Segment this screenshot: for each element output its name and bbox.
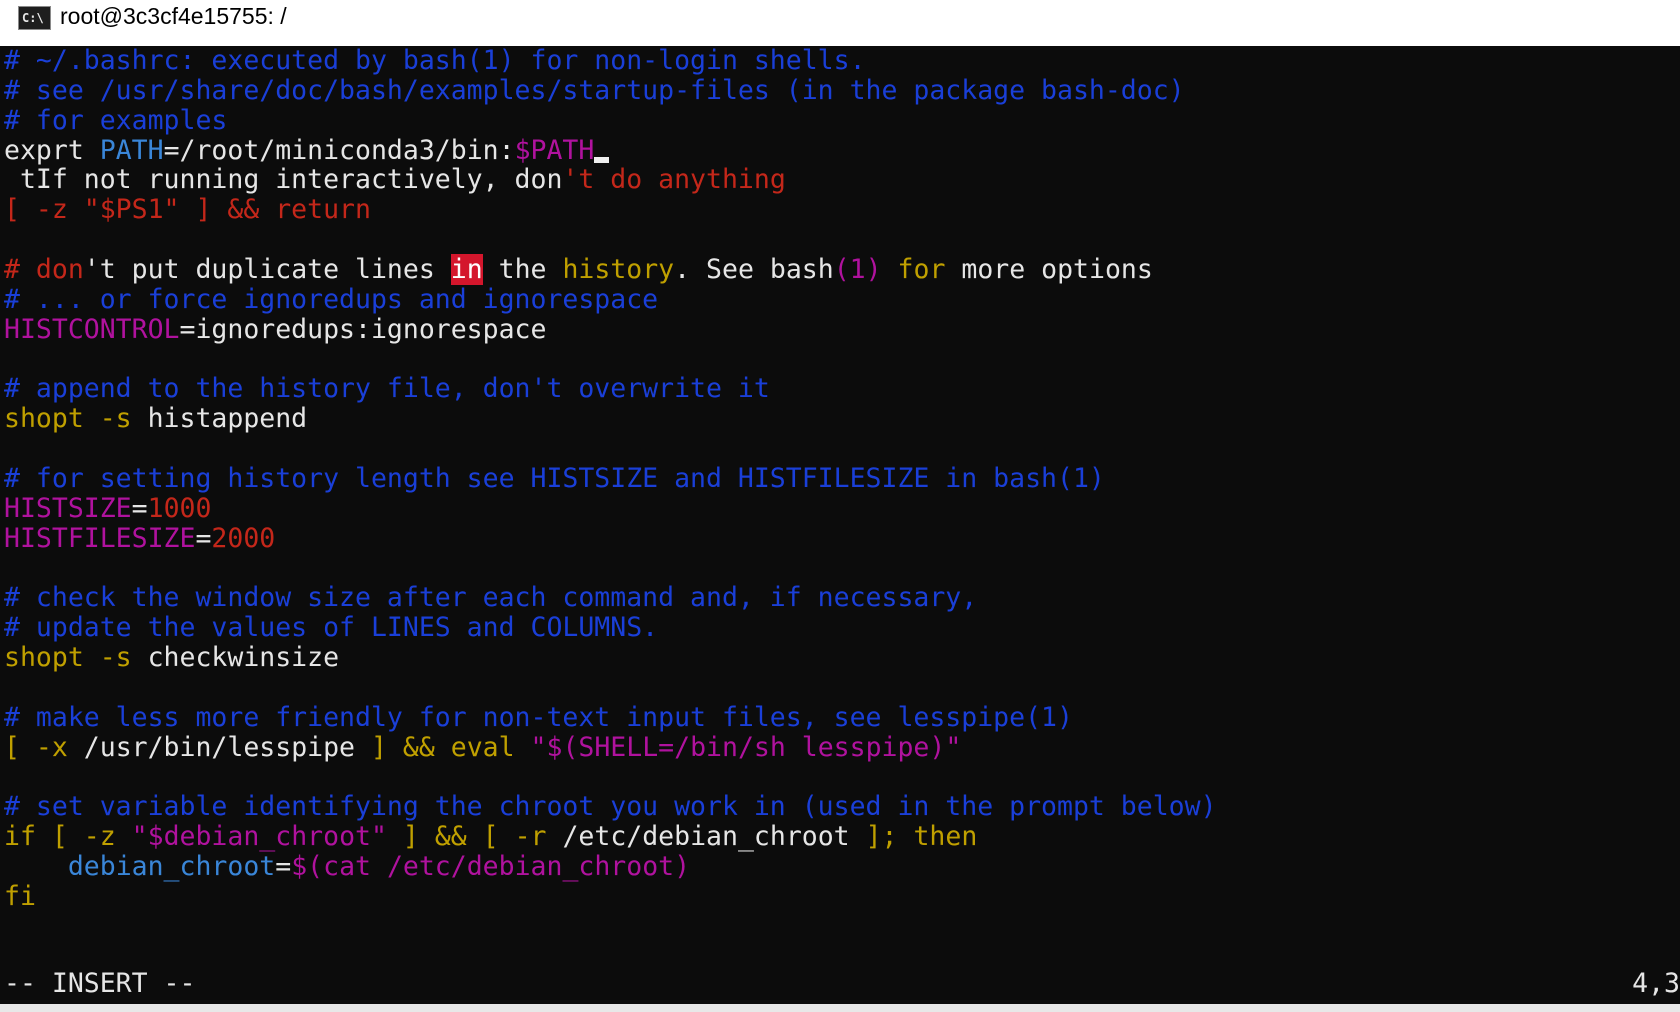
editor-line: # for examples <box>4 105 227 137</box>
code-token: HISTFILESIZE <box>4 523 196 554</box>
code-token: # see /usr/share/doc/bash/examples/start… <box>4 75 1185 106</box>
code-token: # update the values of LINES and COLUMNS… <box>4 612 659 643</box>
editor-line: tIf not running interactively, don't do … <box>4 164 786 196</box>
editor-line: if [ -z "$debian_chroot" ] && [ -r /etc/… <box>4 821 977 853</box>
code-token: 1000 <box>147 493 212 524</box>
code-token: HISTSIZE <box>4 493 132 524</box>
code-token: don <box>35 254 84 285</box>
code-token: # ... or force ignoredups and ignorespac… <box>4 284 659 315</box>
code-token: "$(SHELL=/bin/sh lesspipe)" <box>530 732 962 763</box>
code-token: PATH <box>99 135 164 166</box>
code-token: # <box>4 254 36 285</box>
search-highlight: in <box>450 254 483 285</box>
code-token: history <box>562 254 675 285</box>
code-token: =ignoredups:ignorespace <box>179 314 547 345</box>
title-bar[interactable]: C:\ root@3c3cf4e15755: / <box>0 0 1680 46</box>
editor-line: # for setting history length see HISTSIZ… <box>4 463 1105 495</box>
code-token: exprt <box>4 135 100 166</box>
code-token: (1) <box>833 254 882 285</box>
terminal-editor[interactable]: # ~/.bashrc: executed by bash(1) for non… <box>0 46 1680 1004</box>
code-token: /usr/bin/lesspipe <box>67 732 371 763</box>
code-token: $(cat /etc/debian_chroot) <box>291 851 691 882</box>
code-token: shopt -s <box>4 642 132 673</box>
code-token: histappend <box>131 403 308 434</box>
editor-line: # make less more friendly for non-text i… <box>4 702 1073 734</box>
editor-line: HISTCONTROL=ignoredups:ignorespace <box>4 314 546 346</box>
window-bottom-edge <box>0 1004 1680 1012</box>
mode-indicator: -- INSERT -- <box>4 968 196 999</box>
editor-line: # append to the history file, don't over… <box>4 373 770 405</box>
code-token: tIf not running interactively, don <box>4 164 563 195</box>
code-token: # for setting history length see HISTSIZ… <box>4 463 1105 494</box>
code-token: more options <box>945 254 1153 285</box>
code-token: =/root/miniconda3/bin: <box>163 135 515 166</box>
editor-line: # check the window size after each comma… <box>4 582 977 614</box>
editor-line: shopt -s checkwinsize <box>4 642 339 674</box>
cursor-position: 4,3 <box>1632 968 1680 999</box>
editor-line: # ... or force ignoredups and ignorespac… <box>4 284 658 316</box>
editor-line: HISTSIZE=1000 <box>4 493 211 525</box>
editor-line: [ -z "$PS1" ] && return <box>4 194 371 226</box>
editor-line: # see /usr/share/doc/bash/examples/start… <box>4 75 1185 107</box>
code-token: if [ -z <box>4 821 116 852</box>
code-token: [ -z "$PS1" ] && return <box>4 194 371 225</box>
code-token: 't put duplicate lines <box>83 254 451 285</box>
editor-line: # ~/.bashrc: executed by bash(1) for non… <box>4 46 866 77</box>
code-token: . See bash <box>674 254 834 285</box>
code-token: 't do anything <box>562 164 786 195</box>
editor-line: debian_chroot=$(cat /etc/debian_chroot) <box>4 851 690 883</box>
editor-line: exprt PATH=/root/miniconda3/bin:$PATH <box>4 135 610 167</box>
code-token: fi <box>4 881 36 912</box>
editor-line: # update the values of LINES and COLUMNS… <box>4 612 658 644</box>
editor-line: [ -x /usr/bin/lesspipe ] && eval "$(SHEL… <box>4 732 961 764</box>
editor-line: # set variable identifying the chroot yo… <box>4 791 1217 823</box>
code-token: [ -x <box>4 732 68 763</box>
code-token: ] && [ -r <box>402 821 547 852</box>
code-token: debian_chroot <box>67 851 276 882</box>
code-token: for <box>897 254 946 285</box>
code-token: 2000 <box>211 523 276 554</box>
cmd-icon: C:\ <box>18 6 51 30</box>
code-token: /etc/debian_chroot <box>546 821 866 852</box>
code-token: # make less more friendly for non-text i… <box>4 702 1073 733</box>
code-token: # check the window size after each comma… <box>4 582 978 613</box>
code-token: = <box>275 851 292 882</box>
code-token: "$debian_chroot" <box>131 821 387 852</box>
code-token: checkwinsize <box>131 642 340 673</box>
code-token: ]; then <box>865 821 978 852</box>
code-token: shopt -s <box>4 403 132 434</box>
code-token: = <box>195 523 212 554</box>
text-cursor <box>594 157 610 163</box>
editor-line: shopt -s histappend <box>4 403 307 435</box>
editor-line: # don't put duplicate lines in the histo… <box>4 254 1153 286</box>
code-token: # append to the history file, don't over… <box>4 373 770 404</box>
editor-line: HISTFILESIZE=2000 <box>4 523 275 555</box>
code-token: # for examples <box>4 105 228 136</box>
code-token: ] && eval <box>370 732 515 763</box>
window-title: root@3c3cf4e15755: / <box>60 3 287 29</box>
code-token: the <box>482 254 563 285</box>
code-token: HISTCONTROL <box>4 314 180 345</box>
code-token: # ~/.bashrc: executed by bash(1) for non… <box>4 46 866 76</box>
code-token: $PATH <box>514 135 595 166</box>
editor-line: fi <box>4 881 36 913</box>
code-token: # set variable identifying the chroot yo… <box>4 791 1217 822</box>
code-token: = <box>131 493 148 524</box>
